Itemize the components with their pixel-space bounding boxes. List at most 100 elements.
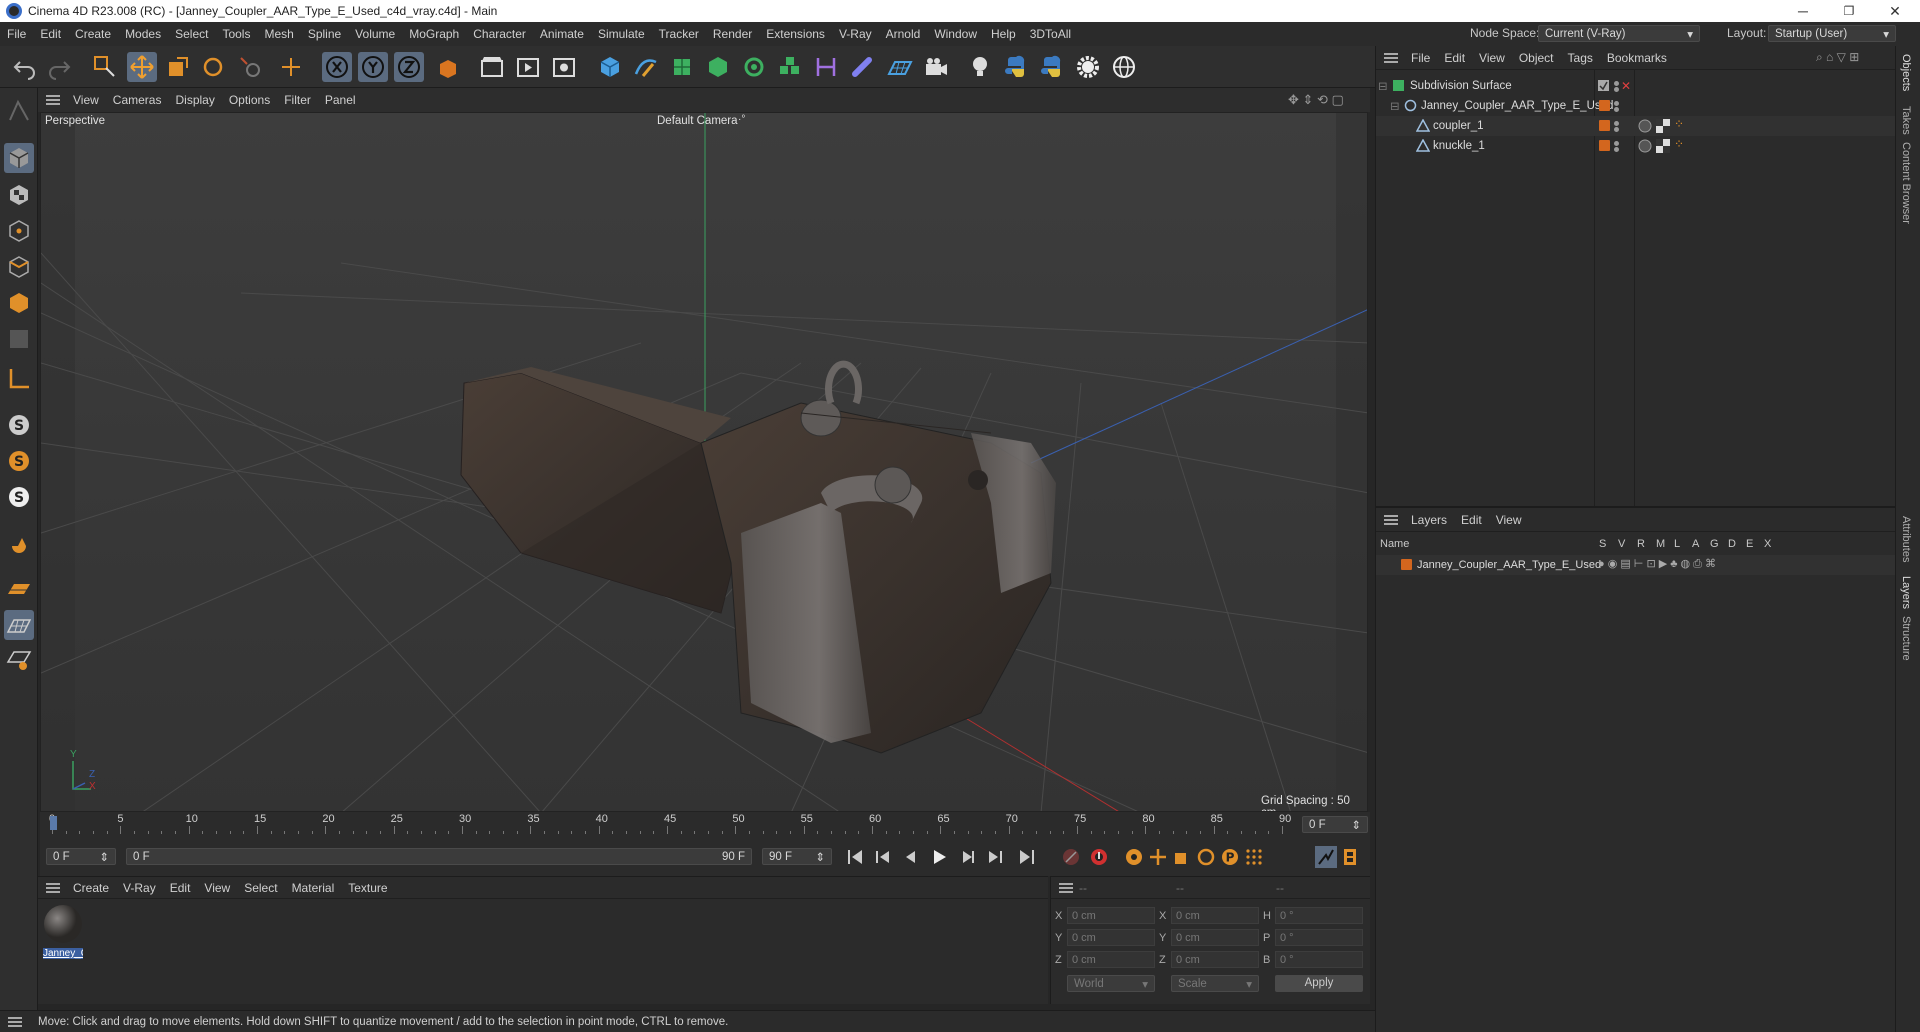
hamburger-icon[interactable]	[46, 95, 60, 105]
tab-structure[interactable]: Structure	[1900, 616, 1912, 661]
next-frame-button[interactable]	[956, 846, 978, 868]
checkmark-tag-icon[interactable]	[1598, 80, 1609, 91]
start-frame-field[interactable]: 0 F ⇕	[46, 848, 116, 865]
render-view-button[interactable]	[477, 52, 507, 82]
end-frame-field[interactable]: 90 F ⇕	[762, 848, 832, 865]
menu-edit[interactable]: Edit	[33, 27, 68, 41]
object-row-subdivision[interactable]: ⊟ Subdivision Surface ✕	[1376, 76, 1896, 96]
snap-button[interactable]: S	[4, 410, 34, 440]
texture-tag-icon[interactable]	[1656, 139, 1670, 153]
size-mode-select[interactable]: Scale ▾	[1171, 975, 1259, 992]
cube-button[interactable]	[595, 52, 625, 82]
tab-layers[interactable]: Layers	[1900, 576, 1912, 609]
menu-volume[interactable]: Volume	[348, 27, 402, 41]
hamburger-icon[interactable]	[1059, 882, 1073, 893]
goto-end-button[interactable]	[1016, 846, 1038, 868]
visibility-render-dot[interactable]	[1614, 87, 1619, 92]
camera-button[interactable]	[921, 52, 951, 82]
field-button[interactable]	[847, 52, 877, 82]
live-selection-button[interactable]	[90, 52, 120, 82]
scale-tool-button[interactable]	[163, 52, 193, 82]
menu-character[interactable]: Character	[466, 27, 533, 41]
layer-color-swatch[interactable]	[1401, 559, 1412, 570]
pen-spline-button[interactable]	[631, 52, 661, 82]
tab-takes[interactable]: Takes	[1900, 106, 1912, 135]
cloner-button[interactable]	[739, 52, 769, 82]
minimize-button[interactable]: ─	[1780, 0, 1826, 22]
render-settings-button[interactable]	[549, 52, 579, 82]
frame-range-slider[interactable]: 0 F 90 F	[126, 848, 752, 865]
subdivision-surface-button[interactable]	[667, 52, 697, 82]
next-key-button[interactable]	[984, 846, 1006, 868]
camera-target-icon[interactable]: ·°	[738, 114, 745, 125]
obj-menu-object[interactable]: Object	[1512, 51, 1561, 65]
visibility-editor-dot[interactable]	[1614, 81, 1619, 86]
layer-color-swatch[interactable]	[1599, 120, 1610, 131]
layer-flag-icons[interactable]: ● ◉ ▤ ⊢ ⊡ ▶ ♣ ◍ ⎙ ⌘	[1598, 557, 1716, 571]
redo-button[interactable]	[44, 52, 74, 82]
scheme-button[interactable]	[1315, 846, 1337, 868]
coordinate-system-button[interactable]	[432, 52, 462, 82]
maximize-button[interactable]: ❐	[1826, 0, 1872, 22]
hamburger-icon[interactable]	[1384, 514, 1398, 525]
snap-settings-button[interactable]: S	[4, 446, 34, 476]
visibility-render-dot[interactable]	[1614, 127, 1619, 132]
layer-menu-view[interactable]: View	[1489, 513, 1529, 527]
timeline-settings-button[interactable]	[1339, 846, 1361, 868]
visibility-render-dot[interactable]	[1614, 147, 1619, 152]
lock-y-button[interactable]	[358, 52, 388, 82]
menu-create[interactable]: Create	[68, 27, 118, 41]
timeline-ruler[interactable]: 051015202530354045505560657075808590 0 F…	[40, 812, 1370, 836]
menu-spline[interactable]: Spline	[301, 27, 348, 41]
layer-menu-edit[interactable]: Edit	[1454, 513, 1489, 527]
extrude-button[interactable]	[703, 52, 733, 82]
mat-menu-texture[interactable]: Texture	[341, 881, 394, 895]
material-tag-icon[interactable]	[1638, 139, 1652, 153]
tab-content-browser[interactable]: Content Browser	[1900, 142, 1912, 224]
quantize-button[interactable]: S	[4, 482, 34, 512]
key-position-button[interactable]	[1147, 846, 1169, 868]
layout-select[interactable]: Startup (User) ▾	[1768, 25, 1896, 42]
layer-row[interactable]: Janney_Coupler_AAR_Type_E_Used ● ◉ ▤ ⊢ ⊡…	[1376, 555, 1896, 575]
hamburger-icon[interactable]	[1384, 52, 1398, 63]
point-mode-button[interactable]	[4, 216, 34, 246]
lock-z-button[interactable]	[394, 52, 424, 82]
size-z-field[interactable]: 0 cm	[1171, 951, 1259, 968]
vray-tag-icon[interactable]: ⁘	[1674, 137, 1684, 151]
mat-menu-edit[interactable]: Edit	[163, 881, 198, 895]
visibility-editor-dot[interactable]	[1614, 121, 1619, 126]
visibility-render-dot[interactable]	[1614, 107, 1619, 112]
obj-menu-view[interactable]: View	[1472, 51, 1512, 65]
mograph-button[interactable]	[775, 52, 805, 82]
axis-mode-button[interactable]	[4, 364, 34, 394]
texture-mode-button[interactable]	[4, 180, 34, 210]
key-parameter-button[interactable]: P	[1219, 846, 1241, 868]
layer-color-swatch[interactable]	[1599, 140, 1610, 151]
node-space-select[interactable]: Current (V-Ray) ▾	[1538, 25, 1700, 42]
close-button[interactable]: ✕	[1872, 0, 1918, 22]
tab-attributes[interactable]: Attributes	[1900, 516, 1912, 562]
key-pla-button[interactable]	[1243, 846, 1265, 868]
vp-menu-panel[interactable]: Panel	[318, 93, 363, 107]
python-script2-button[interactable]	[1037, 52, 1067, 82]
vray-tag-icon[interactable]: ⁘	[1674, 117, 1684, 131]
visibility-editor-dot[interactable]	[1614, 141, 1619, 146]
deformer-button[interactable]	[811, 52, 841, 82]
auto-key-button[interactable]	[1088, 846, 1110, 868]
current-frame-field[interactable]: 0 F ⇕	[1302, 816, 1368, 833]
3d-viewport[interactable]: Perspective Default Camera ·° Grid Spaci…	[40, 112, 1368, 812]
object-row-knuckle[interactable]: knuckle_1 ⁘	[1376, 136, 1896, 156]
uv-mode-button[interactable]	[4, 324, 34, 354]
tree-expander-icon[interactable]: ⊟	[1378, 79, 1388, 93]
obj-menu-tags[interactable]: Tags	[1561, 51, 1600, 65]
coordinate-space-select[interactable]: World ▾	[1067, 975, 1155, 992]
visibility-editor-dot[interactable]	[1614, 101, 1619, 106]
mat-menu-material[interactable]: Material	[285, 881, 342, 895]
menu-tracker[interactable]: Tracker	[652, 27, 706, 41]
model-mode-button[interactable]	[4, 143, 34, 173]
menu-mograph[interactable]: MoGraph	[402, 27, 466, 41]
play-button[interactable]	[928, 846, 950, 868]
object-row-janney-coupler[interactable]: ⊟ Janney_Coupler_AAR_Type_E_Used	[1376, 96, 1896, 116]
layer-menu-layers[interactable]: Layers	[1404, 513, 1454, 527]
goto-start-button[interactable]	[844, 846, 866, 868]
